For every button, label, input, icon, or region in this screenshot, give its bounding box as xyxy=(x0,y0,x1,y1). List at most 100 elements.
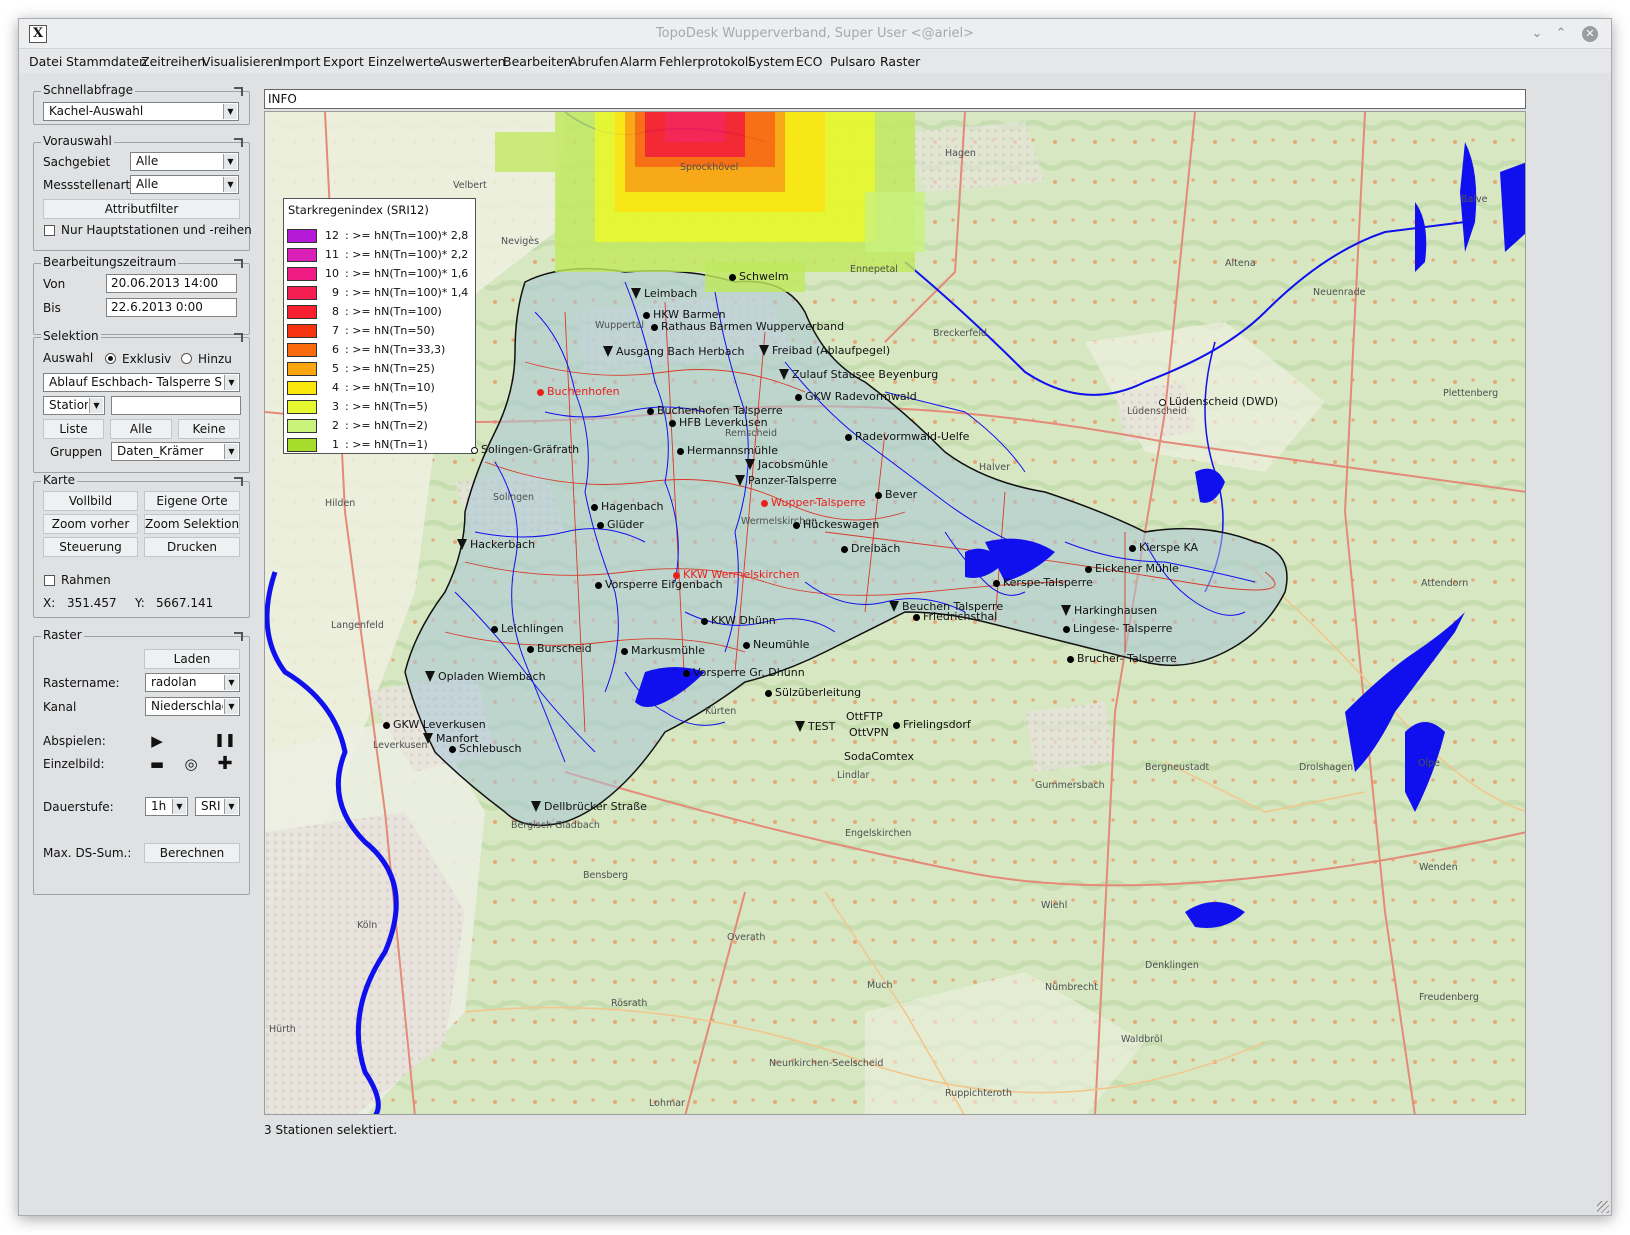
target-icon[interactable]: ◎ xyxy=(178,754,204,774)
station-marker[interactable]: GKW Leverkusen xyxy=(383,718,486,731)
keine-button[interactable]: Keine xyxy=(178,419,240,439)
berechnen-button[interactable]: Berechnen xyxy=(144,843,240,863)
station-marker[interactable]: OttFTP xyxy=(833,710,883,723)
station-marker[interactable]: Lüdenscheid (DWD) xyxy=(1159,395,1278,408)
menu-datei[interactable]: Datei xyxy=(29,54,62,69)
station-marker[interactable]: Ausgang Bach Herbach xyxy=(603,345,745,358)
station-marker[interactable]: Leimbach xyxy=(631,287,697,300)
station-marker[interactable]: Harkinghausen xyxy=(1061,604,1157,617)
station-marker[interactable]: Panzer-Talsperre xyxy=(735,474,837,487)
station-marker[interactable]: SodaComtex xyxy=(831,750,914,763)
selected-station-select[interactable]: Ablauf Eschbach- Talsperre SETA ▼ xyxy=(43,373,240,392)
collapse-icon[interactable] xyxy=(234,477,243,486)
menu-bearbeiten[interactable]: Bearbeiten xyxy=(503,54,572,69)
station-marker[interactable]: Glüder xyxy=(597,518,644,531)
bis-input[interactable]: 22.6.2013 0:00 xyxy=(106,298,237,317)
messstellenart-select[interactable]: Alle ▼ xyxy=(130,175,239,194)
station-marker[interactable]: Kierspe KA xyxy=(1129,541,1198,554)
station-marker[interactable]: Hackerbach xyxy=(457,538,535,551)
hinzu-radio[interactable] xyxy=(181,353,192,364)
nur-hauptstationen-checkbox[interactable] xyxy=(44,225,55,236)
menu-auswerten[interactable]: Auswerten xyxy=(439,54,506,69)
station-marker[interactable]: Burscheid xyxy=(527,642,592,655)
station-marker[interactable]: Lingese- Talsperre xyxy=(1063,622,1172,635)
station-marker[interactable]: Freibad (Ablaufpegel) xyxy=(759,344,890,357)
von-input[interactable]: 20.06.2013 14:00 xyxy=(106,274,237,293)
station-marker[interactable]: Brucher- Talsperre xyxy=(1067,652,1177,665)
station-marker[interactable]: TEST xyxy=(795,720,835,733)
attributfilter-button[interactable]: Attributfilter xyxy=(43,199,240,219)
station-marker[interactable]: Rathaus Barmen Wupperverband xyxy=(651,320,844,333)
menu-einzelwerte[interactable]: Einzelwerte xyxy=(368,54,441,69)
station-marker[interactable]: Friedrichsthal xyxy=(913,610,997,623)
exklusiv-radio[interactable] xyxy=(105,353,116,364)
menu-abrufen[interactable]: Abrufen xyxy=(569,54,619,69)
menu-system[interactable]: System xyxy=(748,54,795,69)
map-view[interactable]: Starkregenindex (SRI12) 12: >= hN(Tn=100… xyxy=(264,111,1526,1115)
eigene-orte-button[interactable]: Eigene Orte xyxy=(144,491,240,511)
station-marker[interactable]: HFB Leverkusen xyxy=(669,416,768,429)
station-marker[interactable]: Radevormwald-Uelfe xyxy=(845,430,969,443)
zoom-selektion-button[interactable]: Zoom Selektion xyxy=(144,514,240,534)
close-icon[interactable]: ✕ xyxy=(1582,26,1598,42)
station-marker[interactable]: Schlebusch xyxy=(449,742,522,755)
station-marker[interactable]: Hermannsmühle xyxy=(677,444,778,457)
index-select[interactable]: SRI ▼ xyxy=(195,797,240,816)
menu-stammdaten[interactable]: Stammdaten xyxy=(66,54,147,69)
station-marker[interactable]: Neumühle xyxy=(743,638,809,651)
menu-import[interactable]: Import xyxy=(279,54,321,69)
schnellabfrage-select[interactable]: Kachel-Auswahl ▼ xyxy=(43,102,239,121)
station-marker[interactable]: Opladen Wiembach xyxy=(425,670,546,683)
laden-button[interactable]: Laden xyxy=(144,649,240,669)
menu-visualisieren[interactable]: Visualisieren xyxy=(202,54,281,69)
menu-raster[interactable]: Raster xyxy=(880,54,920,69)
station-marker[interactable]: Dreibäch xyxy=(841,542,900,555)
pause-icon[interactable]: ❚❚ xyxy=(212,731,238,751)
resize-grip-icon[interactable] xyxy=(1597,1201,1609,1213)
station-marker[interactable]: Zulauf Stausee Beyenburg xyxy=(779,368,938,381)
station-marker[interactable]: Kerspe-Talsperre xyxy=(993,576,1093,589)
menu-alarm[interactable]: Alarm xyxy=(620,54,657,69)
sachgebiet-select[interactable]: Alle ▼ xyxy=(130,152,239,171)
liste-button[interactable]: Liste xyxy=(43,419,104,439)
collapse-icon[interactable] xyxy=(234,333,243,342)
station-marker[interactable]: Vorsperre Gr. Dhünn xyxy=(683,666,805,679)
collapse-icon[interactable] xyxy=(234,138,243,147)
steuerung-button[interactable]: Steuerung xyxy=(43,537,138,557)
drucken-button[interactable]: Drucken xyxy=(144,537,240,557)
station-marker[interactable]: Hagenbach xyxy=(591,500,663,513)
alle-button[interactable]: Alle xyxy=(110,419,172,439)
station-marker[interactable]: Leichlingen xyxy=(491,622,564,635)
zoom-vorher-button[interactable]: Zoom vorher xyxy=(43,514,138,534)
minimize-icon[interactable]: ⌄ xyxy=(1529,26,1545,42)
station-marker[interactable]: Solingen-Gräfrath xyxy=(471,443,579,456)
station-marker[interactable]: OttVPN xyxy=(849,726,889,739)
vollbild-button[interactable]: Vollbild xyxy=(43,491,138,511)
station-marker[interactable]: GKW Radevormwald xyxy=(795,390,917,403)
collapse-icon[interactable] xyxy=(234,87,243,96)
station-marker[interactable]: Markusmühle xyxy=(621,644,705,657)
station-marker[interactable]: Dellbrücker Straße xyxy=(531,800,647,813)
station-marker[interactable]: Jacobsmühle xyxy=(745,458,828,471)
menu-export[interactable]: Export xyxy=(323,54,364,69)
play-icon[interactable]: ▶ xyxy=(144,731,170,751)
menu-eco[interactable]: ECO xyxy=(796,54,822,69)
rastername-select[interactable]: radolan ▼ xyxy=(145,673,240,692)
station-search-input[interactable] xyxy=(111,396,241,415)
gruppen-select[interactable]: Daten_Krämer ▼ xyxy=(111,442,240,461)
station-marker[interactable]: Sülzüberleitung xyxy=(765,686,861,699)
menu-zeitreihen[interactable]: Zeitreihen xyxy=(141,54,205,69)
station-marker[interactable]: Vorsperre Eifgenbach xyxy=(595,578,723,591)
station-marker[interactable]: Hückeswagen xyxy=(793,518,879,531)
station-marker[interactable]: Wupper-Talsperre xyxy=(761,496,866,509)
collapse-icon[interactable] xyxy=(234,259,243,268)
station-marker[interactable]: Frielingsdorf xyxy=(893,718,971,731)
station-type-select[interactable]: Station ▼ xyxy=(43,396,105,415)
station-marker[interactable]: KKW Dhünn xyxy=(701,614,776,627)
kanal-select[interactable]: Niederschlag ▼ xyxy=(145,697,240,716)
station-marker[interactable]: Eickener Mühle xyxy=(1085,562,1179,575)
collapse-icon[interactable] xyxy=(234,632,243,641)
info-input[interactable]: INFO xyxy=(264,89,1526,109)
maximize-icon[interactable]: ⌃ xyxy=(1553,26,1569,42)
menu-fehlerprotokoll[interactable]: Fehlerprotokoll xyxy=(659,54,752,69)
